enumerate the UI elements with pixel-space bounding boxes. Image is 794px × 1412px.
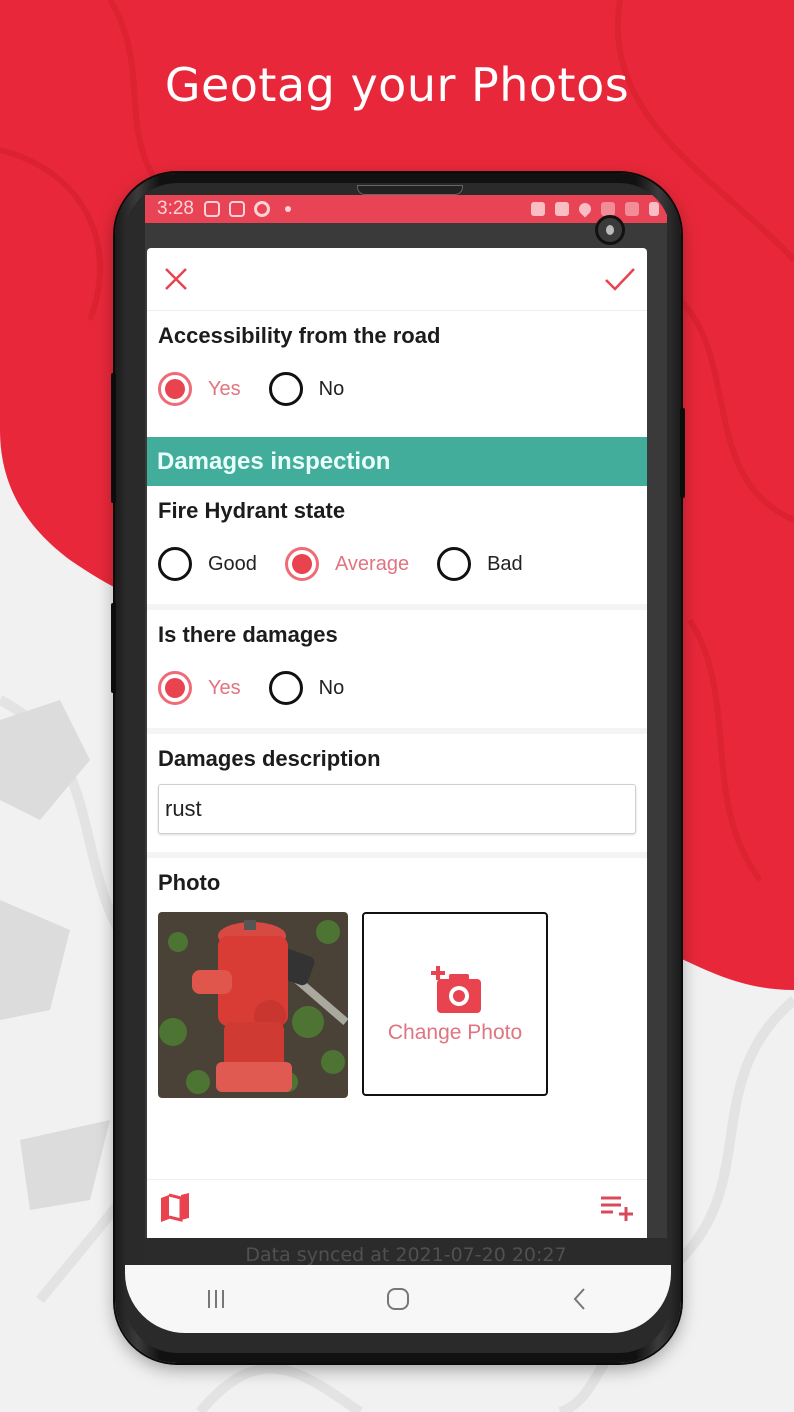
damages-description-field: Damages description	[147, 734, 647, 858]
alarm-icon	[531, 202, 545, 216]
back-icon	[573, 1288, 585, 1310]
hydrant-photo-thumbnail[interactable]	[158, 912, 348, 1098]
radio-label: Yes	[208, 676, 241, 699]
radio-unchecked-icon	[437, 547, 472, 581]
photo-row: Change Photo	[158, 912, 636, 1104]
bixby-button	[111, 603, 116, 693]
back-button[interactable]	[550, 1279, 610, 1319]
radio-unchecked-icon	[268, 372, 303, 406]
instagram-icon	[228, 201, 245, 217]
change-photo-button[interactable]: Change Photo	[362, 912, 548, 1096]
promo-title: Geotag your Photos	[164, 58, 630, 112]
damages-yes-radio[interactable]: Yes	[158, 671, 241, 705]
notification-dot-icon	[284, 206, 291, 212]
hydrant-state-field: Fire Hydrant state Good Average Bad	[147, 486, 647, 610]
hydrant-state-average-radio[interactable]: Average	[284, 547, 410, 581]
radio-checked-icon	[284, 547, 319, 581]
photo-label: Photo	[158, 870, 221, 895]
battery-icon	[649, 202, 659, 216]
mute-icon	[555, 202, 569, 216]
radio-label: Good	[208, 552, 257, 575]
add-camera-icon	[431, 966, 481, 1013]
location-icon	[576, 200, 594, 218]
phone-screen: 3:28 Accessibility from the road Yes No …	[125, 183, 671, 1353]
android-navigation-bar	[125, 1265, 671, 1333]
instagram-icon	[203, 201, 220, 217]
volume-button	[111, 373, 116, 503]
photo-field: Photo Change Photo	[147, 858, 647, 1104]
hydrant-state-label: Fire Hydrant state	[158, 498, 346, 523]
form-bottom-bar	[147, 1179, 647, 1238]
wifi-icon	[601, 202, 615, 216]
recents-icon	[208, 1290, 224, 1308]
form-toolbar	[147, 248, 647, 311]
status-time: 3:28	[157, 198, 194, 219]
radio-label: Average	[334, 552, 410, 575]
accessibility-no-radio[interactable]: No	[268, 372, 345, 406]
radio-label: No	[318, 377, 345, 400]
radio-label: Yes	[208, 377, 241, 400]
accessibility-radio-group: Yes No	[158, 349, 636, 429]
damages-description-input[interactable]	[158, 784, 636, 834]
spiral-app-icon	[253, 201, 270, 217]
damages-field: Is there damages Yes No	[147, 610, 647, 734]
status-bar: 3:28	[145, 195, 667, 223]
map-icon[interactable]	[159, 1192, 191, 1224]
hydrant-state-radio-group: Good Average Bad	[158, 524, 636, 604]
playlist-add-icon[interactable]	[599, 1194, 635, 1222]
damages-no-radio[interactable]: No	[268, 671, 345, 705]
check-icon[interactable]	[603, 264, 637, 294]
damages-description-label: Damages description	[158, 746, 381, 771]
hydrant-state-bad-radio[interactable]: Bad	[437, 547, 523, 581]
accessibility-yes-radio[interactable]: Yes	[158, 372, 241, 406]
phone-frame: 3:28 Accessibility from the road Yes No …	[111, 173, 685, 1363]
front-camera	[595, 215, 625, 245]
damages-radio-group: Yes No	[158, 648, 636, 728]
speaker-grille	[357, 185, 463, 195]
power-button	[680, 408, 685, 498]
radio-unchecked-icon	[158, 547, 192, 581]
signal-icon	[625, 202, 639, 216]
home-button[interactable]	[368, 1279, 428, 1319]
home-icon	[387, 1288, 409, 1310]
recents-button[interactable]	[186, 1279, 246, 1319]
close-icon[interactable]	[161, 264, 191, 294]
section-header: Damages inspection	[147, 437, 647, 486]
radio-unchecked-icon	[268, 671, 303, 705]
damages-label: Is there damages	[158, 622, 338, 647]
radio-label: Bad	[487, 552, 523, 575]
accessibility-field: Accessibility from the road Yes No	[147, 311, 647, 429]
hydrant-state-good-radio[interactable]: Good	[158, 547, 257, 581]
radio-checked-icon	[158, 372, 192, 406]
radio-checked-icon	[158, 671, 192, 705]
accessibility-label: Accessibility from the road	[158, 323, 441, 348]
form-card: Accessibility from the road Yes No Damag…	[147, 248, 647, 1238]
change-photo-label: Change Photo	[387, 1021, 523, 1044]
radio-label: No	[318, 676, 345, 699]
